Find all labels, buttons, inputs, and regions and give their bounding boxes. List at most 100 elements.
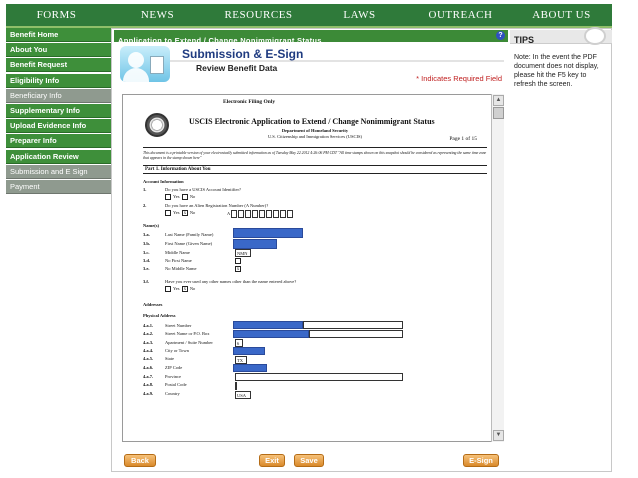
sidebar-item-eligibility-info[interactable]: Eligibility Info xyxy=(6,73,111,88)
last-name-field xyxy=(233,228,303,238)
q2-no-checkbox: x xyxy=(181,210,188,216)
electronic-filing-only: Electronic Filing Only xyxy=(223,99,276,105)
sidebar-item-supplementary-info[interactable]: Supplementary Info xyxy=(6,103,111,118)
street-number-field xyxy=(233,321,303,329)
postal-code-field xyxy=(235,382,237,390)
q2-number: 2. xyxy=(143,203,147,208)
addr-row-label: Apartment / Suite Number xyxy=(165,340,213,345)
nav-about-us[interactable]: ABOUT US xyxy=(511,4,612,26)
sidebar-item-submission-and-e-sign[interactable]: Submission and E Sign xyxy=(6,164,111,179)
pdf-document: Electronic Filing Only USCIS Electronic … xyxy=(143,99,487,399)
state-field: TX xyxy=(235,356,247,364)
a-number-box xyxy=(280,210,287,218)
addr-row-label: Country xyxy=(165,391,180,396)
user-document-icon xyxy=(120,46,170,82)
q1-yes-checkbox xyxy=(165,194,171,200)
name-row-num: 3.a. xyxy=(143,232,150,237)
sidebar-item-upload-evidence-info[interactable]: Upload Evidence Info xyxy=(6,119,111,134)
scroll-down-icon[interactable]: ▼ xyxy=(493,430,504,441)
province-field xyxy=(235,373,403,381)
page-indicator: Page 1 of 15 xyxy=(449,136,477,142)
apartment-field: 6 xyxy=(235,339,243,347)
country-field: USA xyxy=(235,391,251,399)
tips-text: Note: In the event the PDF document does… xyxy=(514,54,599,88)
name-row-label: No Middle Name xyxy=(165,266,197,271)
scroll-thumb[interactable] xyxy=(493,107,504,119)
a-number-box xyxy=(245,210,252,218)
name-row-num: 3.e. xyxy=(143,266,150,271)
name-row-num: 3.d. xyxy=(143,258,151,263)
sidebar-item-benefit-home[interactable]: Benefit Home xyxy=(6,28,111,42)
title-area: Submission & E-Sign Review Benefit Data … xyxy=(114,42,508,88)
part1-heading: Part 1. Information About You xyxy=(143,165,487,174)
exit-button[interactable]: Exit xyxy=(259,454,285,467)
back-button[interactable]: Back xyxy=(124,454,156,467)
addr-row-num: 4.a.4. xyxy=(143,348,154,353)
q3f-number: 3.f. xyxy=(143,279,149,284)
sidebar-item-benefit-request[interactable]: Benefit Request xyxy=(6,58,111,73)
zip-field xyxy=(233,364,267,372)
pdf-scrollbar[interactable]: ▲ ▼ xyxy=(491,94,504,442)
q2-yes-label: Yes xyxy=(173,210,180,216)
addr-row-num: 4.a.3. xyxy=(143,340,154,345)
sidebar-item-beneficiary-info[interactable]: Beneficiary Info xyxy=(6,88,111,103)
q3f-no-label: No xyxy=(189,286,196,292)
q1-number: 1. xyxy=(143,187,147,192)
addr-row-num: 4.a.7. xyxy=(143,374,154,379)
a-number-box xyxy=(231,210,238,218)
q2-options: Yes x No xyxy=(165,210,195,216)
e-sign-button[interactable]: E-Sign xyxy=(463,454,499,467)
addr-row-label: Postal Code xyxy=(165,382,187,387)
tips-title: TIPS xyxy=(514,35,535,45)
addr-row-num: 4.a.6. xyxy=(143,365,154,370)
sidebar-item-about-you[interactable]: About You xyxy=(6,43,111,58)
q3f-yes-checkbox xyxy=(165,286,171,292)
scroll-up-icon[interactable]: ▲ xyxy=(493,95,504,106)
tips-toggle[interactable] xyxy=(584,27,606,45)
q1-yes-label: Yes xyxy=(173,194,180,200)
name-row-label: Last Name (Family Name) xyxy=(165,232,214,237)
no-middle-name-checkbox: x xyxy=(235,266,241,272)
a-number-field: A xyxy=(227,210,294,218)
nav-outreach[interactable]: OUTREACH xyxy=(410,4,511,26)
a-number-box xyxy=(287,210,294,218)
middle-name-field: NMN xyxy=(235,249,251,257)
physical-address-heading: Physical Address xyxy=(143,313,176,318)
no-first-name-checkbox-wrap xyxy=(235,258,243,264)
q2-yes-checkbox xyxy=(165,210,171,216)
help-icon[interactable]: ? xyxy=(496,31,505,40)
q3f-no-checkbox: x xyxy=(181,286,188,292)
street-name-field xyxy=(233,330,309,338)
q1-options: Yes No xyxy=(165,194,195,200)
sidebar: Benefit Home About You Benefit Request E… xyxy=(6,28,112,472)
addr-row-label: State xyxy=(165,356,174,361)
sidebar-item-payment[interactable]: Payment xyxy=(6,179,111,194)
addr-row-num: 4.a.1. xyxy=(143,323,154,328)
name-row-num: 3.c. xyxy=(143,250,150,255)
nav-resources[interactable]: RESOURCES xyxy=(208,4,309,26)
a-number-box xyxy=(266,210,273,218)
a-number-box xyxy=(259,210,266,218)
street-name-field-rest xyxy=(309,330,403,338)
addr-row-num: 4.a.5. xyxy=(143,356,154,361)
addr-row-num: 4.a.9. xyxy=(143,391,154,396)
pdf-viewer[interactable]: Electronic Filing Only USCIS Electronic … xyxy=(122,94,504,442)
a-number-box xyxy=(238,210,245,218)
no-middle-name-checkbox-wrap: x xyxy=(235,266,243,272)
addr-row-num: 4.a.2. xyxy=(143,331,154,336)
addr-row-label: Province xyxy=(165,374,181,379)
q3f-options: Yes x No xyxy=(165,286,195,292)
nav-news[interactable]: NEWS xyxy=(107,4,208,26)
addr-row-label: Street Number xyxy=(165,323,192,328)
department-line: Department of Homeland Security xyxy=(281,128,349,133)
save-button[interactable]: Save xyxy=(294,454,324,467)
nav-laws[interactable]: LAWS xyxy=(309,4,410,26)
addr-row-label: ZIP Code xyxy=(165,365,183,370)
sidebar-item-application-review[interactable]: Application Review xyxy=(6,149,111,164)
nav-forms[interactable]: FORMS xyxy=(6,4,107,26)
addr-row-num: 4.a.8. xyxy=(143,382,154,387)
q3f-yes-label: Yes xyxy=(173,286,180,292)
sidebar-item-preparer-info[interactable]: Preparer Info xyxy=(6,134,111,149)
q2-no-label: No xyxy=(189,210,196,216)
name-row-label: Middle Name xyxy=(165,250,190,255)
